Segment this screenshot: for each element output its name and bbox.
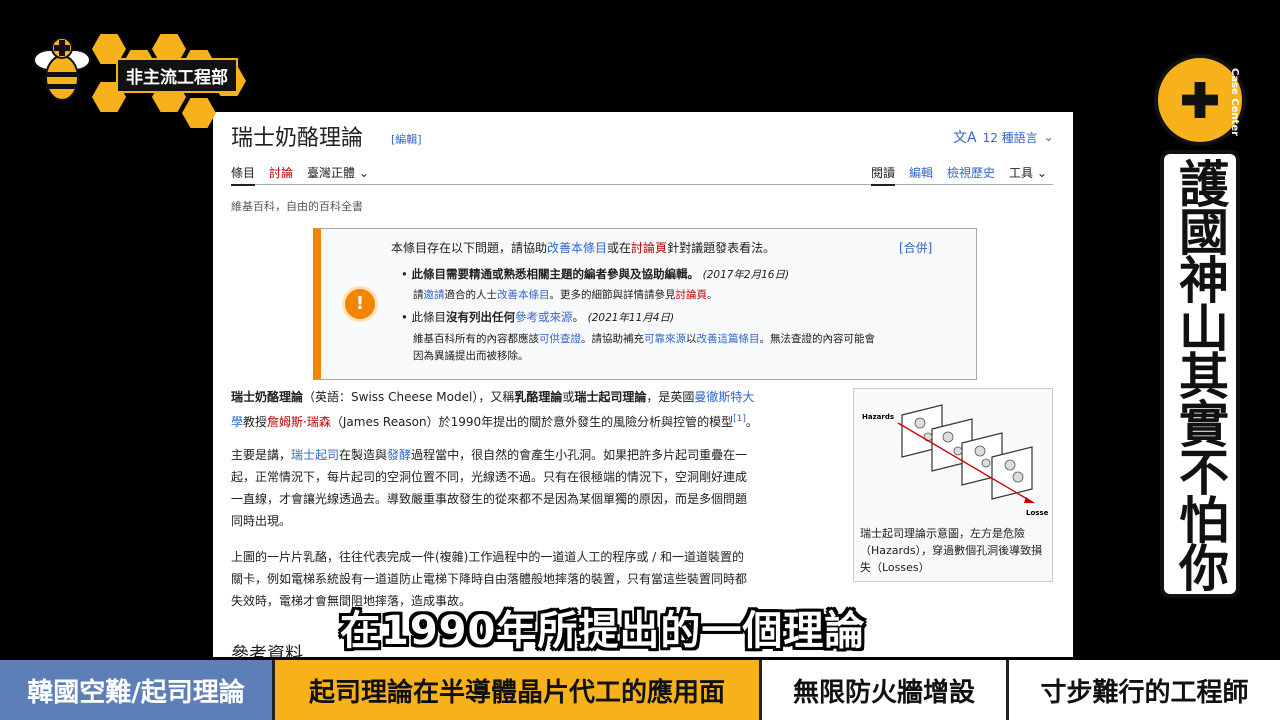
tab-talk[interactable]: 討論: [269, 164, 293, 181]
notice-item: • 此條目需要精通或熟悉相關主題的編者參與及協助編輯。 (2017年2月16日): [401, 267, 790, 281]
losses-label: Losses: [1026, 509, 1048, 517]
swiss-cheese-diagram: Hazards Losses: [862, 404, 1048, 517]
chapter-item[interactable]: 無限防火牆增設: [762, 660, 1009, 720]
tab-variant[interactable]: 臺灣正體 ⌄: [307, 164, 369, 181]
warning-icon: !: [345, 289, 375, 319]
body-paragraph: 主要是講，瑞士起司在製造與發酵過程當中，很自然的會產生小孔洞。如果把許多片起司重…: [231, 448, 748, 528]
talk-link[interactable]: 討論頁: [631, 241, 667, 255]
chevron-down-icon: ⌄: [358, 166, 369, 180]
translate-icon: 文A: [953, 130, 977, 146]
language-count: 12 種語言: [982, 130, 1038, 145]
manchester-link[interactable]: 曼徹斯特大: [694, 390, 754, 404]
chapter-bar: 韓國空難/起司理論 起司理論在半導體晶片代工的應用面 無限防火牆增設 寸步難行的…: [0, 660, 1280, 720]
channel-logo: 非主流工程部: [22, 24, 252, 129]
channel-name: 非主流工程部: [116, 58, 238, 93]
cross-icon: [1182, 82, 1218, 118]
notice-heading: 本條目存在以下問題，請協助改善本條目或在討論頁針對議題發表看法。: [391, 241, 776, 255]
page-tabs: 條目 討論 臺灣正體 ⌄ 閱讀 編輯 檢視歷史 工具 ⌄: [231, 162, 1053, 186]
case-center-badge: Case Center: [1154, 54, 1246, 146]
notice-item: • 此條目沒有列出任何參考或來源。 (2021年11月4日): [401, 310, 675, 324]
issues-notice: ! 本條目存在以下問題，請協助改善本條目或在討論頁針對議題發表看法。 [合併] …: [313, 228, 977, 380]
figure-caption: 瑞士起司理論示意圖，左方是危險（Hazards），穿過數個孔洞後導致損失（Los…: [860, 527, 1043, 574]
merge-link[interactable]: [合併]: [899, 239, 932, 256]
chevron-down-icon: ⌄: [1036, 166, 1047, 180]
wikipedia-page: 瑞士奶酪理論 [編輯] 文A 12 種語言 ⌄ 條目 討論 臺灣正體 ⌄ 閱讀 …: [213, 112, 1073, 657]
chapter-item[interactable]: 韓國空難/起司理論: [0, 660, 275, 720]
reference-link[interactable]: [1]: [733, 414, 746, 424]
notice-item-detail: 維基百科所有的內容都應該可供查證。請協助補充可靠來源以改善這篇條目。無法查證的內…: [413, 333, 875, 362]
side-banner-text: 護國神山其實不怕你出包: [1164, 154, 1236, 594]
intro-paragraph: 瑞士奶酪理論（英語：Swiss Cheese Model），又稱乳酪理論或瑞士起…: [231, 390, 758, 429]
side-banner: Case Center 護國神山其實不怕你出包: [1150, 50, 1250, 595]
tab-read[interactable]: 閱讀: [871, 164, 896, 186]
tab-edit[interactable]: 編輯: [909, 164, 933, 181]
tab-article[interactable]: 條目: [231, 164, 256, 186]
notice-item-detail: 請邀請適合的人士改善本條目。更多的細節與詳情請參見討論頁。: [413, 289, 718, 301]
chapter-item-active[interactable]: 起司理論在半導體晶片代工的應用面: [275, 660, 762, 720]
tab-history[interactable]: 檢視歷史: [947, 164, 995, 181]
improve-link[interactable]: 改善本條目: [547, 241, 607, 255]
figure-thumbnail[interactable]: Hazards Losses 瑞士起司理論示意圖，左方是危險（Hazards），…: [853, 388, 1053, 582]
video-subtitle: 在1990年所提出的一個理論: [340, 608, 866, 654]
title-edit-link[interactable]: [編輯]: [391, 131, 422, 147]
reason-link[interactable]: 詹姆斯·瑞森: [267, 415, 331, 429]
references-heading: 參考資料: [231, 644, 303, 657]
language-button[interactable]: 文A 12 種語言 ⌄: [953, 127, 1054, 147]
chevron-down-icon: ⌄: [1043, 130, 1054, 144]
tab-tools[interactable]: 工具 ⌄: [1009, 164, 1047, 181]
hazards-label: Hazards: [862, 413, 894, 421]
bee-icon: [33, 37, 91, 101]
site-tagline: 維基百科，自由的百科全書: [231, 200, 363, 213]
chapter-item[interactable]: 寸步難行的工程師: [1009, 660, 1280, 720]
